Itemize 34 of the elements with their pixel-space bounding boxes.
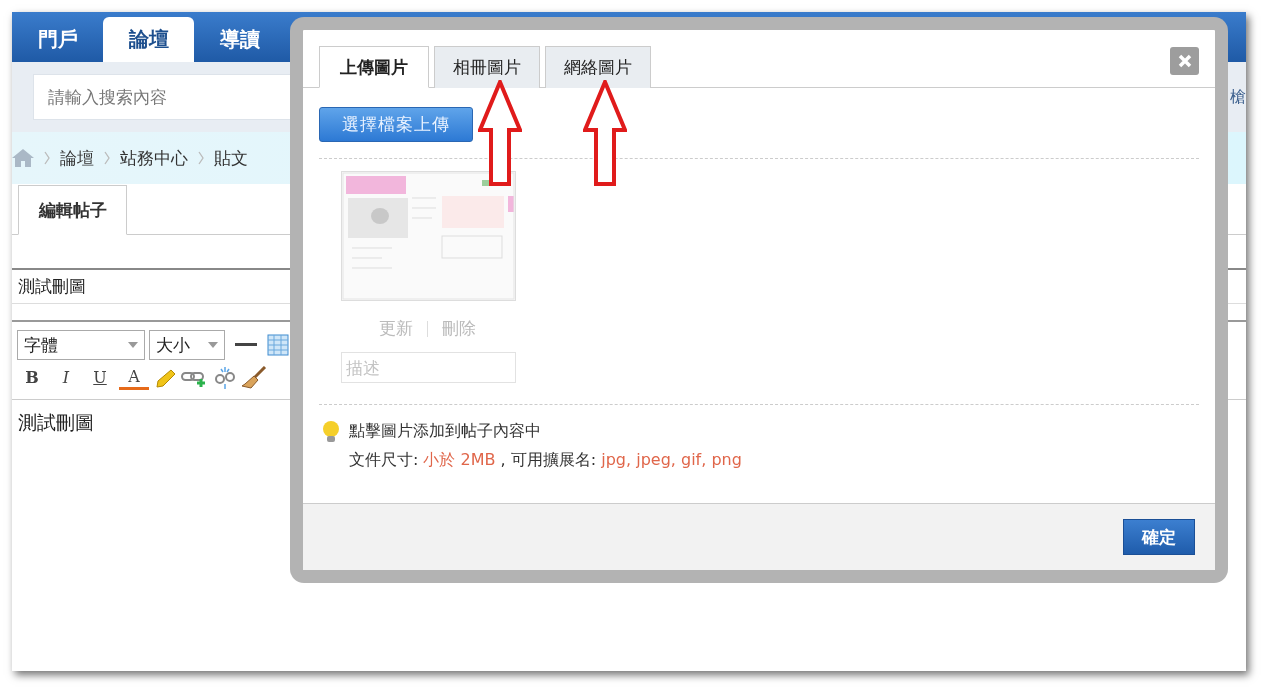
nav-tab[interactable]: 門戶 xyxy=(12,17,103,62)
breadcrumb-link[interactable]: 貼文 xyxy=(214,146,248,170)
size-select[interactable]: 大小 xyxy=(149,330,225,360)
brush-icon[interactable] xyxy=(241,366,267,390)
format-button[interactable]: B xyxy=(17,368,47,388)
tip-text: 點擊圖片添加到帖子內容中 xyxy=(349,421,542,442)
confirm-button[interactable]: 確定 xyxy=(1123,519,1195,555)
unlink-icon[interactable] xyxy=(213,366,237,390)
nav-tab[interactable]: 論壇 xyxy=(103,17,194,62)
dialog-tab[interactable]: 網絡圖片 xyxy=(545,46,651,88)
format-button[interactable]: U xyxy=(85,368,115,388)
nav-tab[interactable]: 導讀 xyxy=(194,17,285,62)
format-button[interactable]: I xyxy=(51,368,81,388)
chevron-icon xyxy=(44,151,50,165)
caret-icon xyxy=(128,342,138,348)
breadcrumb-link[interactable]: 論壇 xyxy=(60,146,94,170)
description-field[interactable]: 描述 xyxy=(341,352,516,383)
editor-tab[interactable]: 編輯帖子 xyxy=(18,185,127,235)
format-button[interactable]: A xyxy=(119,366,149,390)
home-icon[interactable] xyxy=(12,149,34,167)
horizontal-rule-icon[interactable] xyxy=(235,343,257,347)
close-icon xyxy=(1177,54,1192,68)
table-icon[interactable] xyxy=(267,334,289,356)
breadcrumb-link[interactable]: 站務中心 xyxy=(120,146,188,170)
lightbulb-icon xyxy=(321,421,341,443)
dialog-tab[interactable]: 相冊圖片 xyxy=(434,46,540,88)
close-button[interactable] xyxy=(1170,47,1199,75)
file-limits-text: 文件尺寸: 小於 2MB , 可用擴展名: jpg, jpeg, gif, png xyxy=(349,450,742,471)
header-link[interactable]: 槍 xyxy=(1230,89,1246,105)
chevron-icon xyxy=(198,151,204,165)
chevron-icon xyxy=(104,151,110,165)
font-select[interactable]: 字體 xyxy=(17,330,145,360)
dialog-tab[interactable]: 上傳圖片 xyxy=(319,46,429,88)
caret-icon xyxy=(208,342,218,348)
